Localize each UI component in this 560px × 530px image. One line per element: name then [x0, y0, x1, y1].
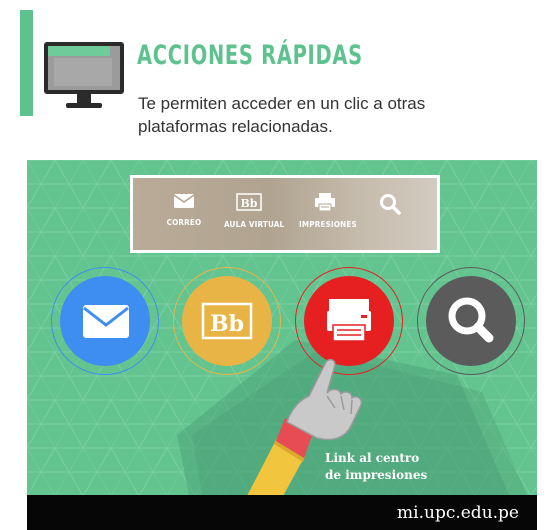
monitor-icon — [44, 42, 124, 108]
svg-text:Bb: Bb — [241, 197, 258, 210]
toolbar-item-correo[interactable]: CORREO — [163, 193, 205, 227]
callout-line-2: de impresiones — [325, 468, 428, 482]
toolbar-item-label: IMPRESIONES — [299, 220, 357, 229]
quick-actions-toolbar: CORREO Bb AULA VIRTUAL IMPRESIONES — [130, 175, 440, 253]
quick-actions-illustration: CORREO Bb AULA VIRTUAL IMPRESIONES Bb Li… — [27, 160, 537, 530]
toolbar-item-label: AULA VIRTUAL — [224, 220, 285, 229]
impresiones-callout: Link al centro de impresiones — [325, 450, 427, 484]
toolbar-item-aula-virtual[interactable]: Bb AULA VIRTUAL — [224, 193, 285, 229]
svg-text:Bb: Bb — [210, 311, 244, 337]
printer-icon — [315, 193, 335, 212]
printer-icon — [327, 299, 371, 342]
accent-bar — [20, 10, 33, 116]
toolbar-item-label: CORREO — [166, 218, 202, 227]
callout-line-1: Link al centro — [325, 451, 420, 465]
site-url: mi.upc.edu.pe — [397, 503, 519, 523]
mail-icon — [83, 305, 129, 338]
blackboard-icon: Bb — [236, 193, 262, 211]
buscar-circle-button[interactable] — [425, 275, 517, 367]
page-title: ACCIONES RÁPIDAS — [137, 40, 363, 71]
mail-circle-button[interactable] — [59, 275, 151, 367]
toolbar-item-buscar[interactable] — [377, 193, 403, 220]
page-subtitle: Te permiten acceder en un clic a otras p… — [138, 94, 426, 136]
footer-bar: mi.upc.edu.pe — [27, 495, 537, 530]
toolbar-item-impresiones[interactable]: IMPRESIONES — [299, 193, 357, 229]
mail-icon — [173, 194, 195, 208]
search-icon — [380, 194, 401, 215]
